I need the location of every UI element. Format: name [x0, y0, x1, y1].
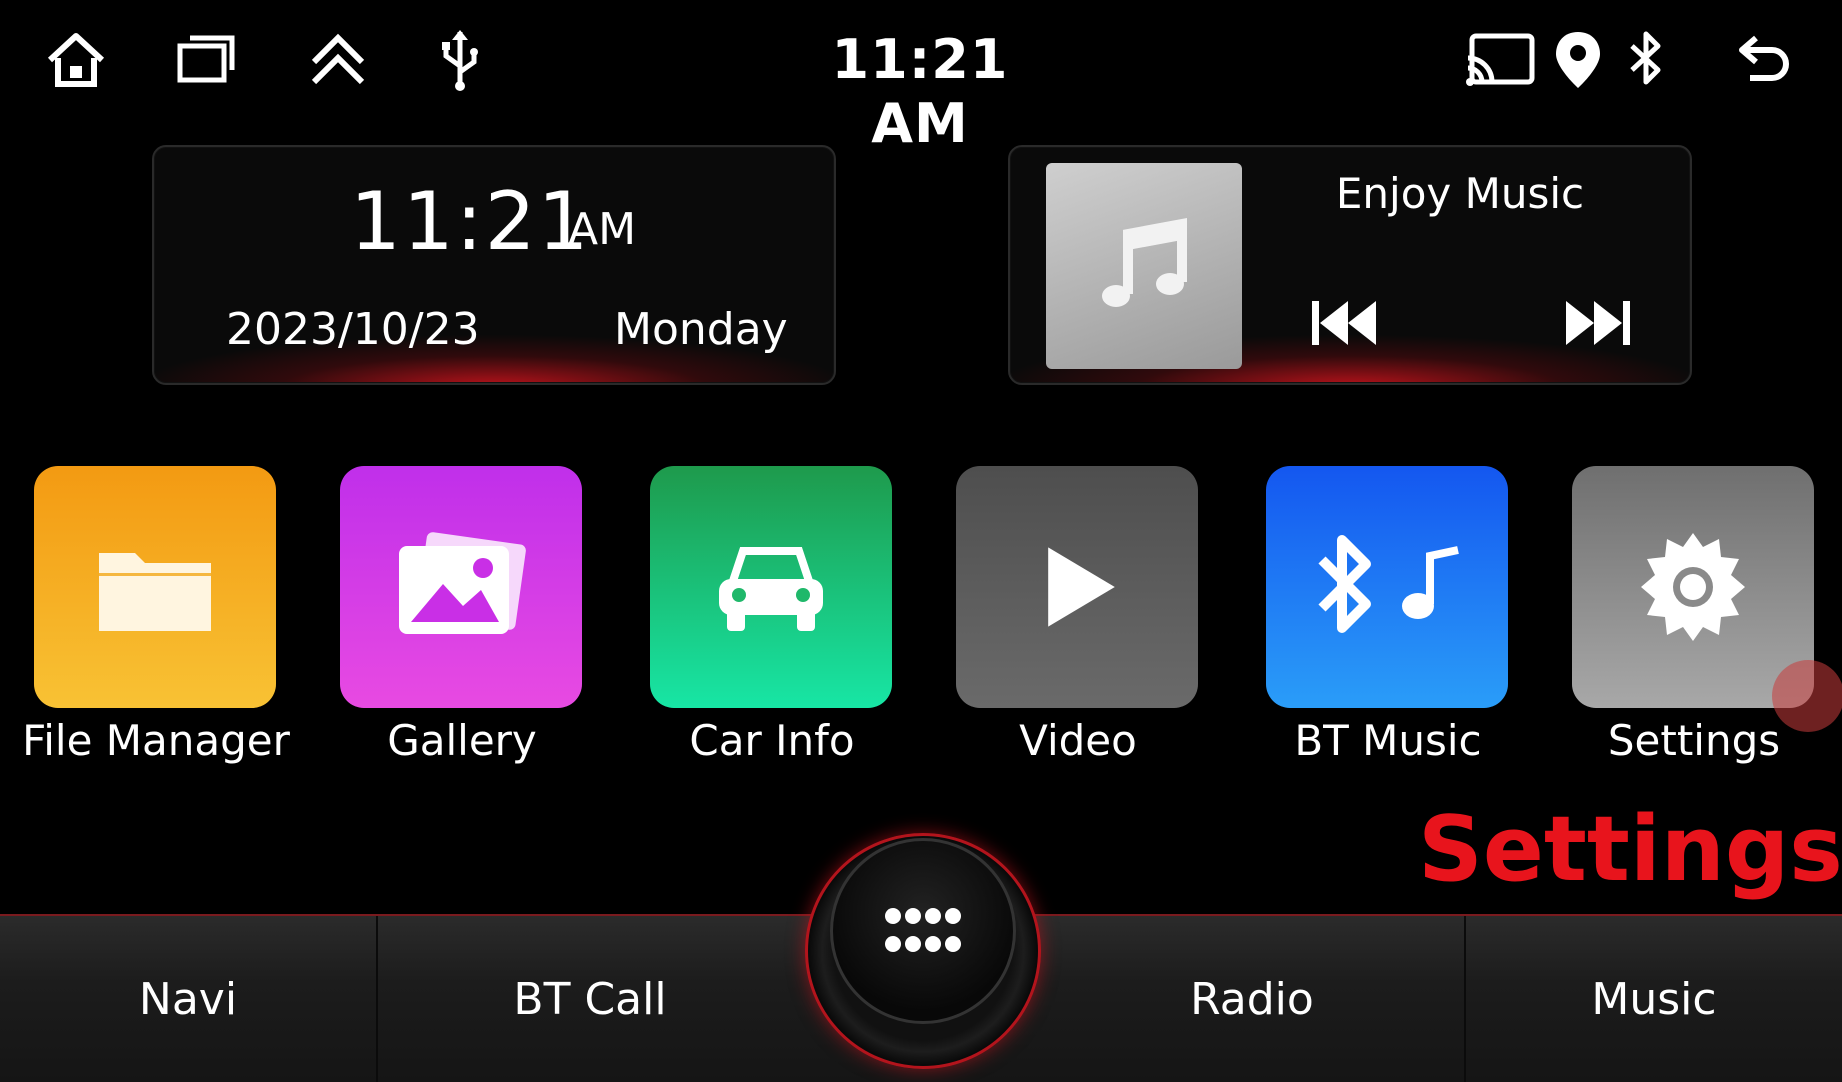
music-widget[interactable]: Enjoy Music	[1008, 145, 1692, 385]
bluetooth-music-icon[interactable]	[1266, 466, 1508, 708]
app-settings[interactable]: Settings	[1572, 466, 1816, 765]
app-gallery[interactable]: Gallery	[340, 466, 584, 765]
location-pin-icon	[1546, 28, 1610, 92]
clock-time: 11:21	[350, 175, 591, 268]
usb-icon	[428, 28, 492, 92]
double-chevron-up-icon[interactable]	[306, 28, 370, 92]
status-time: 11:21 AM	[831, 28, 1009, 155]
app-label-video: Video	[1019, 716, 1137, 765]
gear-icon[interactable]	[1572, 466, 1814, 708]
overlay-caption: Settings	[1418, 797, 1842, 902]
gallery-icon[interactable]	[340, 466, 582, 708]
clock-ampm: AM	[568, 204, 637, 255]
app-car-info[interactable]: Car Info	[650, 466, 894, 765]
app-video[interactable]: Video	[956, 466, 1200, 765]
album-art[interactable]	[1046, 163, 1242, 369]
touch-indicator	[1772, 660, 1842, 732]
dock-music[interactable]: Music	[1466, 916, 1842, 1082]
car-icon[interactable]	[650, 466, 892, 708]
clock-widget[interactable]: 11:21 AM 2023/10/23 Monday	[152, 145, 836, 385]
dock-bt-call[interactable]: BT Call	[378, 916, 802, 1082]
music-note-icon	[1102, 217, 1187, 307]
app-label-bt-music: BT Music	[1294, 716, 1482, 765]
clock-day: Monday	[614, 304, 788, 355]
folder-icon[interactable]	[34, 466, 276, 708]
previous-icon[interactable]	[1310, 295, 1378, 351]
back-icon[interactable]	[1730, 28, 1794, 92]
play-icon[interactable]	[956, 466, 1198, 708]
dock-radio[interactable]: Radio	[1040, 916, 1464, 1082]
app-label-gallery: Gallery	[387, 716, 537, 765]
clock-date: 2023/10/23	[226, 304, 480, 355]
bluetooth-icon	[1614, 28, 1678, 92]
home-icon[interactable]	[44, 28, 108, 92]
app-drawer-button[interactable]	[830, 838, 1016, 1024]
next-icon[interactable]	[1564, 295, 1632, 351]
dock-navi[interactable]: Navi	[0, 916, 376, 1082]
app-label-car-info: Car Info	[689, 716, 855, 765]
music-title: Enjoy Music	[1335, 169, 1585, 218]
app-label-file-manager: File Manager	[22, 716, 290, 765]
app-bt-music[interactable]: BT Music	[1266, 466, 1510, 765]
app-drawer-icon	[885, 908, 961, 952]
cast-icon	[1464, 28, 1538, 92]
app-file-manager[interactable]: File Manager	[22, 466, 290, 765]
recent-apps-icon[interactable]	[174, 28, 238, 92]
